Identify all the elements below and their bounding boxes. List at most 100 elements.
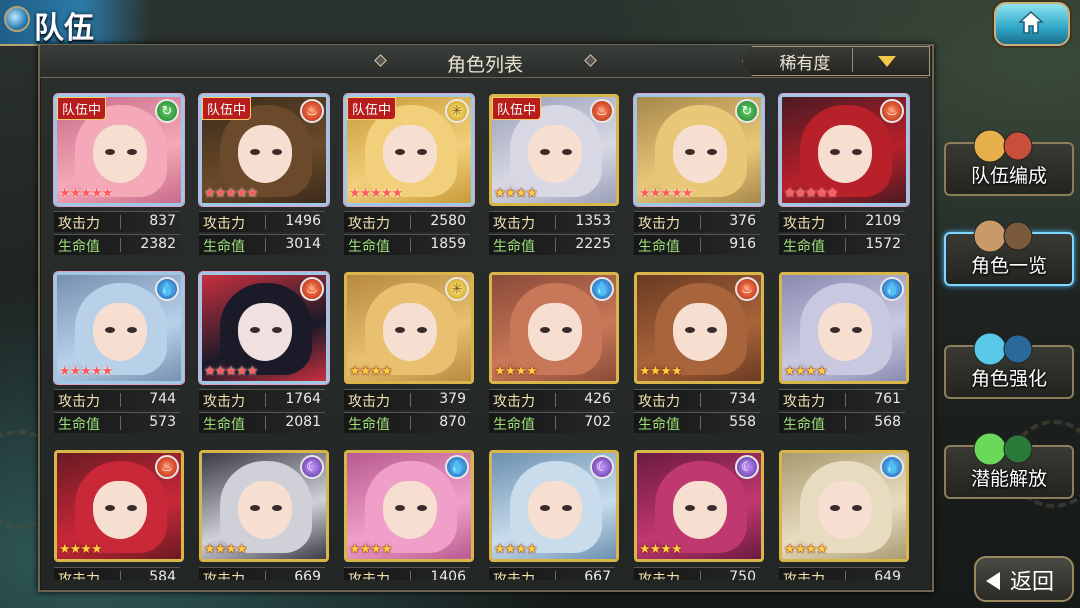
panel-title: 角色列表 [446, 54, 523, 76]
back-button[interactable]: 返回 [974, 556, 1074, 602]
hp-stat-row: 生命值 1859 [344, 234, 470, 255]
attack-value: 1406 [430, 569, 466, 580]
attack-label: 攻击力 [58, 216, 100, 232]
character-eye [830, 327, 840, 333]
character-face [818, 125, 872, 183]
character-portrait[interactable]: ↻ ★★★★★ [634, 94, 764, 206]
character-eye [127, 149, 137, 155]
character-eye [830, 505, 840, 511]
chevron-down-icon[interactable] [878, 56, 896, 67]
character-face [528, 481, 582, 539]
water-element-icon: 💧 [880, 277, 904, 301]
character-eye [395, 149, 405, 155]
attack-label: 攻击力 [638, 394, 680, 410]
character-portrait[interactable]: ♨ ★★★★★ [199, 272, 329, 384]
in-team-badge: 队伍中 [347, 97, 397, 120]
rarity-stars: ★★★★ [494, 186, 538, 201]
character-face [528, 125, 582, 183]
stat-divider [265, 215, 266, 229]
stat-divider [555, 215, 556, 229]
character-eye [540, 505, 550, 511]
stat-divider [555, 571, 556, 580]
rarity-stars: ★★★★ [349, 364, 393, 379]
attack-stat-row: 攻击力 761 [779, 389, 905, 410]
attack-stat-row: 攻击力 1764 [199, 389, 325, 410]
hp-value: 1572 [865, 236, 901, 252]
character-portrait[interactable]: 💧 ★★★★ [779, 272, 909, 384]
character-portrait[interactable]: 队伍中 ↻ ★★★★★ [54, 94, 184, 206]
character-eye [685, 505, 695, 511]
side-menu-button[interactable]: 角色强化 [944, 332, 1074, 399]
hp-stat-row: 生命值 568 [779, 412, 905, 433]
attack-stat-row: 攻击力 1406 [344, 567, 470, 580]
attack-stat-row: 攻击力 667 [489, 567, 615, 580]
attack-value: 379 [439, 391, 466, 407]
hp-stat-row: 生命值 916 [634, 234, 760, 255]
character-eye [562, 149, 572, 155]
hp-value: 3014 [285, 236, 321, 252]
dark-element-icon: ☾ [735, 455, 759, 479]
screen-title: 队伍 [34, 11, 94, 46]
character-portrait[interactable]: 队伍中 ♨ ★★★★★ [199, 94, 329, 206]
hp-stat-row: 生命值 870 [344, 412, 470, 433]
in-team-badge: 队伍中 [57, 97, 107, 120]
character-eye [272, 327, 282, 333]
character-portrait[interactable]: ☾ ★★★★ [634, 450, 764, 562]
character-portrait[interactable]: ♨ ★★★★★ [779, 94, 909, 206]
attack-stat-row: 攻击力 744 [54, 389, 180, 410]
attack-stat-row: 攻击力 734 [634, 389, 760, 410]
attack-value: 376 [729, 213, 756, 229]
character-portrait[interactable]: 💧 ★★★★★ [54, 272, 184, 384]
in-team-badge: 队伍中 [202, 97, 252, 120]
stat-divider [700, 416, 701, 430]
character-eye [562, 327, 572, 333]
home-button[interactable] [994, 2, 1070, 46]
character-eye [707, 149, 717, 155]
character-portrait[interactable]: 💧 ★★★★ [489, 272, 619, 384]
stat-divider [265, 393, 266, 407]
hp-value: 916 [729, 236, 756, 252]
stat-divider [845, 215, 846, 229]
stat-divider [700, 215, 701, 229]
character-portrait[interactable]: ♨ ★★★★ [54, 450, 184, 562]
character-portrait[interactable]: ✳ ★★★★ [344, 272, 474, 384]
character-eye [250, 505, 260, 511]
side-menu-button[interactable]: 角色一览 [944, 219, 1074, 286]
dark-element-icon: ☾ [590, 455, 614, 479]
attack-label: 攻击力 [493, 216, 535, 232]
character-portrait[interactable]: 队伍中 ♨ ★★★★ [489, 94, 619, 206]
in-team-badge: 队伍中 [492, 97, 542, 120]
character-eye [707, 327, 717, 333]
fire-element-icon: ♨ [590, 99, 614, 123]
hp-value: 568 [874, 414, 901, 430]
attack-label: 攻击力 [203, 572, 245, 580]
attack-label: 攻击力 [203, 216, 245, 232]
rarity-stars: ★★★★★ [349, 186, 403, 201]
character-face [238, 125, 292, 183]
stat-divider [700, 571, 701, 580]
character-face [238, 303, 292, 361]
character-portrait[interactable]: ☾ ★★★★ [199, 450, 329, 562]
hp-stat-row: 生命值 2225 [489, 234, 615, 255]
attack-stat-row: 攻击力 426 [489, 389, 615, 410]
character-face [383, 125, 437, 183]
sort-divider [852, 48, 853, 72]
character-eye [250, 149, 260, 155]
hp-label: 生命值 [203, 417, 245, 433]
side-menu-button[interactable]: 潜能解放 [944, 432, 1074, 499]
attack-label: 攻击力 [348, 216, 390, 232]
character-portrait[interactable]: ♨ ★★★★ [634, 272, 764, 384]
character-portrait[interactable]: 💧 ★★★★ [779, 450, 909, 562]
character-eye [105, 327, 115, 333]
sort-selected-value[interactable]: 稀有度 [760, 49, 850, 74]
stat-divider [120, 238, 121, 252]
character-portrait[interactable]: 队伍中 ✳ ★★★★★ [344, 94, 474, 206]
side-menu-button[interactable]: 队伍编成 [944, 129, 1074, 196]
attack-value: 1764 [285, 391, 321, 407]
stat-divider [700, 393, 701, 407]
character-eye [417, 505, 427, 511]
character-portrait[interactable]: ☾ ★★★★ [489, 450, 619, 562]
light-element-icon: ✳ [445, 99, 469, 123]
character-portrait[interactable]: 💧 ★★★★ [344, 450, 474, 562]
hp-label: 生命值 [493, 417, 535, 433]
